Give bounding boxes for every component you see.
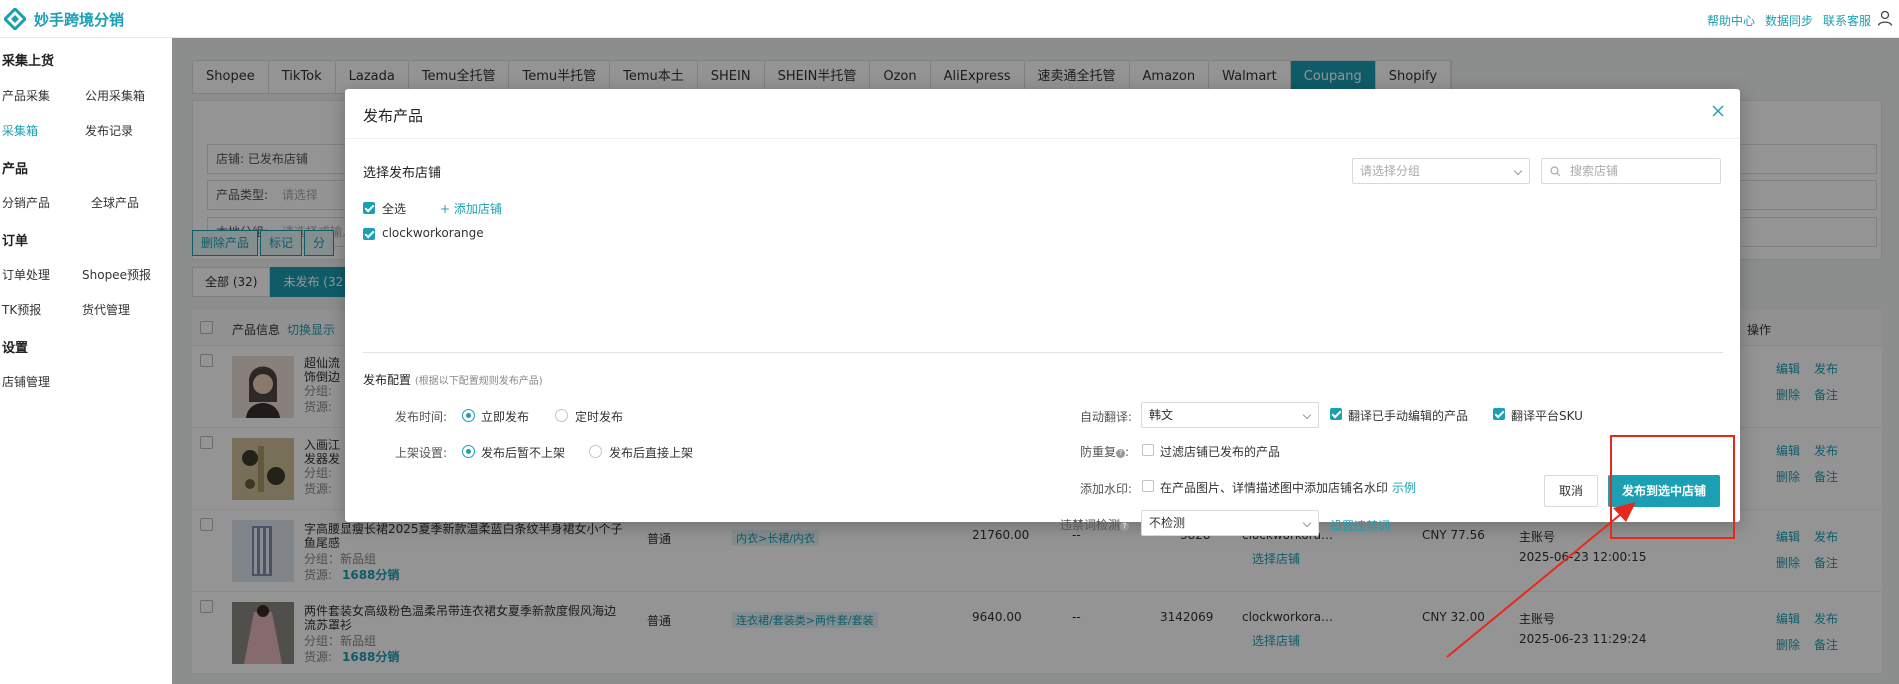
select-shop-label: 选择发布店铺 — [363, 166, 442, 181]
listing-hold-radio[interactable] — [462, 445, 475, 458]
sidebar: 采集上货 产品采集 公用采集箱 采集箱 发布记录 产品 分销产品 全球产品 订单… — [0, 38, 172, 684]
shop-search-placeholder: 搜索店铺 — [1570, 164, 1619, 178]
sidebar-section-collect: 采集上货 — [2, 54, 55, 69]
forbidden-words-label: 违禁词检测? — [1060, 516, 1130, 533]
shop-checkbox[interactable] — [363, 228, 375, 240]
sidebar-item-product-collect[interactable]: 产品采集 — [2, 87, 50, 104]
sidebar-item-order-processing[interactable]: 订单处理 — [2, 266, 50, 283]
publish-time-label: 发布时间: — [395, 410, 448, 424]
sidebar-item-publish-record[interactable]: 发布记录 — [85, 122, 133, 139]
forbidden-words-value: 不检测 — [1149, 516, 1186, 530]
translate-language-select[interactable]: 韩文 — [1141, 402, 1319, 428]
select-all-label[interactable]: 全选 — [382, 200, 406, 217]
shop-checkbox-label[interactable]: clockworkorange — [382, 226, 484, 240]
config-hint: (根据以下配置规则发布产品) — [414, 376, 543, 387]
modal-header: 发布产品 — [345, 89, 1740, 139]
app-title: 妙手跨境分销 — [34, 10, 125, 29]
add-shop-link[interactable]: + 添加店铺 — [440, 200, 502, 217]
user-icon[interactable] — [1877, 10, 1893, 26]
listing-hold-label[interactable]: 发布后暂不上架 — [481, 444, 565, 461]
group-select[interactable]: 请选择分组 — [1352, 158, 1530, 184]
help-center-link[interactable]: 帮助中心 — [1707, 12, 1755, 29]
listing-direct-label[interactable]: 发布后直接上架 — [609, 444, 693, 461]
config-title: 发布配置 — [363, 373, 412, 387]
data-sync-link[interactable]: 数据同步 — [1765, 12, 1813, 29]
translate-sku-checkbox[interactable] — [1493, 408, 1505, 420]
watermark-checkbox[interactable] — [1142, 480, 1154, 492]
sidebar-item-shop-management[interactable]: 店铺管理 — [2, 373, 50, 390]
sidebar-item-collect-box[interactable]: 采集箱 — [2, 122, 38, 139]
add-shop-label: 添加店铺 — [453, 202, 502, 216]
watermark-example-link[interactable]: 示例 — [1392, 479, 1416, 496]
chevron-down-icon — [1302, 518, 1312, 528]
group-select-placeholder: 请选择分组 — [1360, 164, 1421, 178]
auto-translate-label: 自动翻译: — [1080, 410, 1133, 424]
highlight-box — [1610, 435, 1735, 539]
shop-search-input[interactable]: 搜索店铺 — [1541, 158, 1721, 184]
plus-icon: + — [440, 202, 454, 216]
close-icon[interactable] — [1710, 103, 1726, 119]
config-label: 发布配置 (根据以下配置规则发布产品) — [363, 371, 543, 388]
help-icon[interactable]: ? — [1120, 522, 1130, 531]
publish-scheduled-radio[interactable] — [555, 409, 568, 422]
sidebar-item-shopee-forecast[interactable]: Shopee预报 — [82, 266, 151, 283]
sidebar-section-settings: 设置 — [2, 341, 29, 356]
set-forbidden-words-link[interactable]: 设置违禁词 — [1330, 517, 1390, 534]
dedupe-label-text: 防重复 — [1080, 445, 1117, 459]
watermark-label: 添加水印: — [1080, 482, 1133, 496]
cancel-button[interactable]: 取消 — [1544, 475, 1598, 507]
logo-icon — [4, 8, 26, 30]
translate-edited-label[interactable]: 翻译已手动编辑的产品 — [1348, 407, 1468, 424]
dedupe-option-label[interactable]: 过滤店铺已发布的产品 — [1160, 443, 1280, 460]
select-all-checkbox[interactable] — [363, 202, 375, 214]
sidebar-section-orders: 订单 — [2, 234, 29, 249]
translate-edited-checkbox[interactable] — [1330, 408, 1342, 420]
sidebar-item-distribution-products[interactable]: 分销产品 — [2, 194, 50, 211]
logo[interactable]: 妙手跨境分销 — [4, 8, 124, 30]
chevron-down-icon — [1513, 166, 1523, 176]
sidebar-item-public-collect-box[interactable]: 公用采集箱 — [85, 87, 145, 104]
forbidden-words-select[interactable]: 不检测 — [1141, 510, 1319, 536]
translate-sku-label[interactable]: 翻译平台SKU — [1511, 407, 1583, 424]
chevron-down-icon — [1302, 410, 1312, 420]
listing-label: 上架设置: — [395, 446, 448, 460]
sidebar-item-freight-management[interactable]: 货代管理 — [82, 301, 130, 318]
publish-now-radio[interactable] — [462, 409, 475, 422]
modal-title: 发布产品 — [363, 107, 424, 125]
contact-support-link[interactable]: 联系客服 — [1823, 12, 1871, 29]
sidebar-item-global-products[interactable]: 全球产品 — [91, 194, 139, 211]
translate-language-value: 韩文 — [1149, 408, 1174, 422]
dedupe-label: 防重复?: — [1080, 445, 1130, 459]
top-bar: 妙手跨境分销 帮助中心 数据同步 联系客服 — [0, 0, 1899, 38]
divider — [363, 352, 1723, 353]
watermark-option-label[interactable]: 在产品图片、详情描述图中添加店铺名水印 — [1160, 479, 1388, 496]
publish-modal: 发布产品 选择发布店铺 请选择分组 搜索店铺 全选 + 添加店铺 clockwo… — [345, 89, 1740, 536]
sidebar-section-product: 产品 — [2, 162, 29, 177]
search-icon — [1550, 166, 1561, 177]
help-icon[interactable]: ? — [1116, 449, 1126, 458]
sidebar-item-tk-forecast[interactable]: TK预报 — [2, 301, 41, 318]
forbidden-words-label-text: 违禁词检测 — [1060, 518, 1121, 532]
listing-direct-radio[interactable] — [589, 445, 602, 458]
publish-scheduled-label[interactable]: 定时发布 — [575, 408, 623, 425]
publish-now-label[interactable]: 立即发布 — [481, 408, 529, 425]
dedupe-checkbox[interactable] — [1142, 444, 1154, 456]
top-links: 帮助中心 数据同步 联系客服 — [1707, 12, 1871, 29]
